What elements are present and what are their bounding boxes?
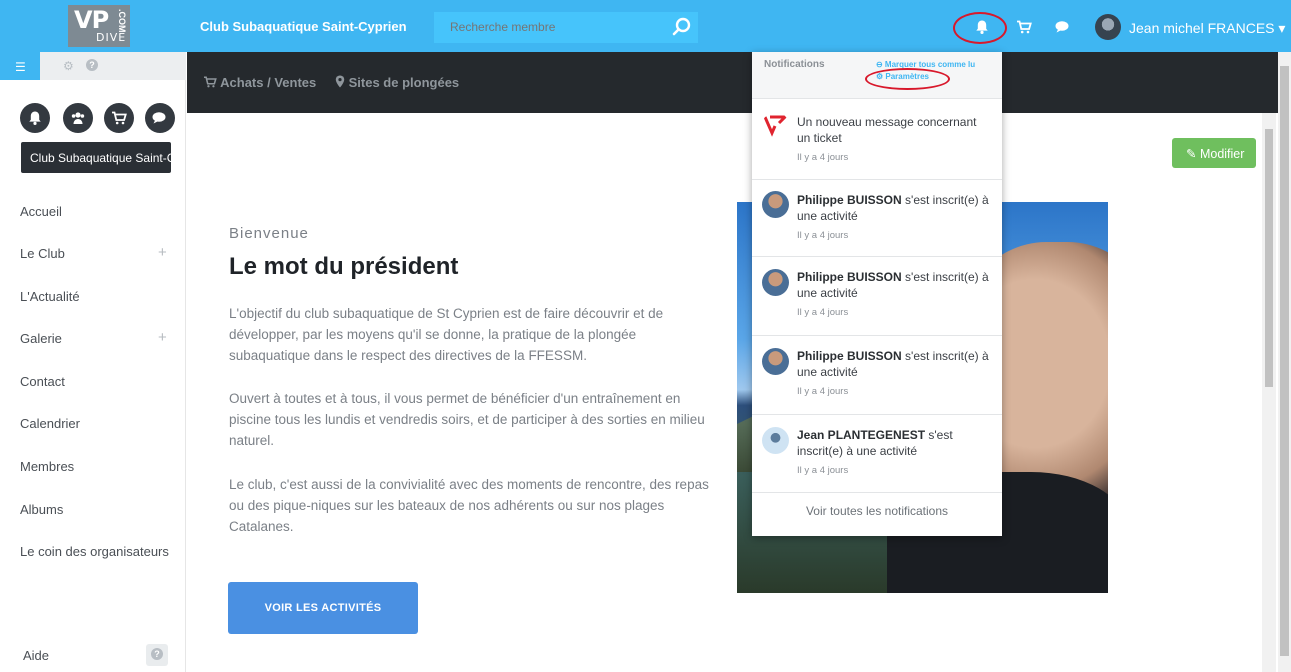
notification-item[interactable]: Philippe BUISSON s'est inscrit(e) à une … <box>752 181 1002 257</box>
cart-round-button[interactable] <box>104 103 134 133</box>
user-avatar <box>762 191 789 218</box>
welcome-text: Bienvenue <box>229 225 309 242</box>
notifications-dropdown: Notifications ⊖ Marquer tous comme lu ⚙ … <box>752 52 1002 536</box>
sidebar-item-contact[interactable]: Contact <box>20 374 65 389</box>
notification-user: Jean PLANTEGENEST <box>797 428 926 442</box>
notification-user: Philippe BUISSON <box>797 349 902 363</box>
notification-time: Il y a 4 jours <box>797 230 849 241</box>
gear-icon[interactable]: ⚙ <box>63 59 74 73</box>
sidebar-item-accueil[interactable]: Accueil <box>20 204 62 219</box>
expand-plus-icon[interactable]: + <box>158 244 167 261</box>
bell-icon <box>29 111 41 125</box>
club-selector[interactable]: Club Subaquatique Saint-Cyprien <box>21 142 171 173</box>
sidebar-item-actualite[interactable]: L'Actualité <box>20 289 80 304</box>
diver-avatar <box>762 427 789 454</box>
settings-highlight-circle <box>865 68 950 90</box>
sidebar-item-le-club[interactable]: Le Club <box>20 246 65 261</box>
sidebar-tabs: ☰ ⚙ ? <box>0 52 186 80</box>
logo-vp: VP <box>74 6 109 34</box>
paragraph-1: L'objectif du club subaquatique de St Cy… <box>229 306 664 363</box>
page-scrollbar-thumb[interactable] <box>1280 66 1289 656</box>
user-avatar <box>762 269 789 296</box>
chat-icon <box>152 112 166 124</box>
subnav-label: Achats / Ventes <box>220 75 317 90</box>
sidebar: ☰ ⚙ ? Club Subaquatique Saint- Accueil L… <box>0 52 186 672</box>
club-title-link[interactable]: Club Subaquatique Saint-Cyprien <box>200 19 407 34</box>
chat-icon[interactable] <box>1055 20 1071 34</box>
content-scrollbar[interactable] <box>1262 113 1276 672</box>
user-avatar[interactable] <box>1095 14 1121 40</box>
sidebar-item-albums[interactable]: Albums <box>20 502 63 517</box>
map-marker-icon <box>335 75 345 88</box>
vp-logo-icon <box>763 115 789 137</box>
user-menu[interactable]: Jean michel FRANCES ▾ <box>1129 20 1285 37</box>
notification-text: Philippe BUISSON s'est inscrit(e) à une … <box>797 348 993 380</box>
edit-button[interactable]: ✎ Modifier <box>1172 138 1256 168</box>
logo-com: .COM <box>117 9 127 33</box>
cart-icon <box>112 111 127 125</box>
users-round-button[interactable] <box>63 103 93 133</box>
help-icon[interactable]: ? <box>86 59 98 71</box>
app-root: VP DIVE .COM Club Subaquatique Saint-Cyp… <box>0 0 1291 672</box>
page-title: Le mot du président <box>229 253 459 280</box>
notification-user: Philippe BUISSON <box>797 193 902 207</box>
notification-user: Philippe BUISSON <box>797 270 902 284</box>
notification-item[interactable]: Philippe BUISSON s'est inscrit(e) à une … <box>752 337 1002 415</box>
notification-text: Un nouveau message concernant un ticket <box>797 115 977 145</box>
content-scrollbar-thumb[interactable] <box>1265 129 1273 387</box>
main-content: ✎ Modifier Bienvenue Le mot du président… <box>187 113 1262 672</box>
search-input[interactable] <box>450 20 660 34</box>
search-box <box>434 12 698 43</box>
see-all-notifications-link[interactable]: Voir toutes les notifications <box>752 504 1002 518</box>
notification-time: Il y a 4 jours <box>797 152 849 163</box>
vpdive-logo[interactable]: VP DIVE .COM <box>68 5 130 47</box>
sub-navigation: Achats / Ventes Sites de plongées <box>187 52 1278 113</box>
bell-icon[interactable] <box>974 19 990 35</box>
sidebar-item-galerie[interactable]: Galerie <box>20 331 62 346</box>
cart-icon[interactable] <box>1016 20 1032 34</box>
sidebar-item-organisateurs[interactable]: Le coin des organisateurs <box>20 544 185 559</box>
expand-plus-icon[interactable]: + <box>158 329 167 346</box>
menu-icon: ☰ <box>15 60 26 74</box>
cart-icon <box>204 76 217 88</box>
notification-text: Philippe BUISSON s'est inscrit(e) à une … <box>797 192 993 224</box>
notifications-title: Notifications <box>764 59 825 70</box>
subnav-sites-plongees[interactable]: Sites de plongées <box>335 75 459 90</box>
mark-all-read-link[interactable]: ⊖ Marquer tous comme lu <box>876 60 975 69</box>
voir-activites-button[interactable]: VOIR LES ACTIVITÉS <box>228 582 418 634</box>
tab-menu[interactable]: ☰ <box>0 52 40 80</box>
chat-round-button[interactable] <box>145 103 175 133</box>
bell-round-button[interactable] <box>20 103 50 133</box>
subnav-label: Sites de plongées <box>348 75 460 90</box>
help-button[interactable]: ? <box>146 644 168 666</box>
help-icon: ? <box>151 648 163 660</box>
logo-area[interactable]: VP DIVE .COM <box>0 0 186 52</box>
paragraph-3: Le club, c'est aussi de la convivialité … <box>229 477 709 534</box>
page-scrollbar[interactable] <box>1278 52 1291 672</box>
logo-dive: DIVE <box>96 31 127 44</box>
subnav-achats-ventes[interactable]: Achats / Ventes <box>203 75 316 90</box>
notification-item[interactable]: Jean PLANTEGENEST s'est inscrit(e) à une… <box>752 416 1002 493</box>
notifications-header: Notifications ⊖ Marquer tous comme lu ⚙ … <box>752 52 1002 99</box>
notification-time: Il y a 4 jours <box>797 465 849 476</box>
user-name: Jean michel FRANCES <box>1129 20 1275 36</box>
edit-label: Modifier <box>1199 147 1245 161</box>
users-icon <box>71 112 85 124</box>
search-icon[interactable] <box>672 17 692 37</box>
help-link[interactable]: Aide <box>23 648 49 663</box>
paragraph-2: Ouvert à toutes et à tous, il vous perme… <box>229 391 705 448</box>
notification-text: Philippe BUISSON s'est inscrit(e) à une … <box>797 269 993 301</box>
notification-time: Il y a 4 jours <box>797 307 849 318</box>
top-bar: VP DIVE .COM Club Subaquatique Saint-Cyp… <box>0 0 1291 52</box>
notification-item[interactable]: Philippe BUISSON s'est inscrit(e) à une … <box>752 258 1002 336</box>
user-avatar <box>762 348 789 375</box>
notification-time: Il y a 4 jours <box>797 386 849 397</box>
notification-item[interactable]: Un nouveau message concernant un ticket … <box>752 100 1002 180</box>
notification-text: Jean PLANTEGENEST s'est inscrit(e) à une… <box>797 427 993 459</box>
sidebar-item-calendrier[interactable]: Calendrier <box>20 416 80 431</box>
sidebar-item-membres[interactable]: Membres <box>20 459 74 474</box>
